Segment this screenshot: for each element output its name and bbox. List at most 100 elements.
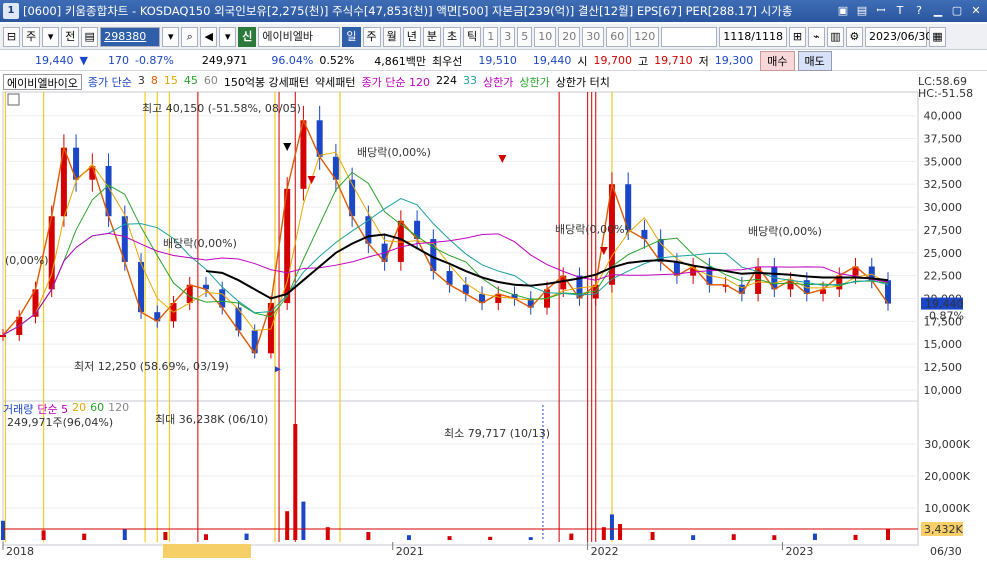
list-icon[interactable]: ▤ (81, 26, 99, 47)
price-tick-label: 40,000 (924, 110, 963, 123)
gear-icon[interactable]: ⚙ (845, 26, 863, 47)
data-total: /1118 (751, 29, 783, 43)
chart-type-icon[interactable]: ⊟ (3, 26, 20, 47)
number-120[interactable]: 120 (630, 26, 660, 47)
chart-tool-icon[interactable]: ⌁ (807, 26, 825, 47)
prev-button[interactable]: 전 (61, 26, 80, 47)
price-pct-tag: -0.87% (925, 310, 964, 323)
legend-pattern-bear: 약세패턴 (315, 76, 356, 89)
price-tick-label: 15,000 (924, 338, 963, 351)
volume-bar (301, 501, 306, 540)
legend-ma33: 33 (463, 74, 477, 87)
sell-button[interactable]: 매도 (797, 50, 832, 71)
sound-icon[interactable]: ◀ (200, 26, 218, 47)
volume-bar (812, 533, 817, 540)
volume-current-annotation: 249,971주(96,04%) (7, 416, 113, 429)
high-price: 19,710 (654, 54, 693, 67)
quote-bar: 19,440 ▼ 170 -0.87% 249,971 96.04% 0.52%… (0, 50, 987, 71)
high-annotation: 최고 40,150 (-51.58%, 08/05) (142, 102, 301, 115)
best-bid: 19,440 (532, 54, 572, 67)
volume-bar (569, 533, 574, 540)
price-chart[interactable]: 40,000 37,500 35,000 32,500 30,000 27,500 25,0… (0, 72, 987, 562)
chevron-down-icon[interactable]: ▾ (42, 26, 60, 47)
number-30[interactable]: 30 (582, 26, 605, 47)
legend-upper-limit-2: 상한가 (519, 76, 550, 89)
number-5[interactable]: 5 (517, 26, 533, 47)
low-price: 19,300 (714, 54, 754, 67)
volume-max-annotation: 최대 36,238K (06/10) (155, 413, 268, 426)
number-10[interactable]: 10 (534, 26, 557, 47)
low-annotation: 최저 12,250 (58.69%, 03/19) (74, 360, 229, 373)
layout-icon[interactable]: ▣ (835, 3, 851, 19)
bold-icon[interactable]: ꟷ (873, 3, 889, 19)
price-tick-label: 12,500 (924, 361, 963, 374)
volume-min-annotation: 최소 79,717 (10/13) (444, 427, 550, 440)
volume-bar (1, 520, 5, 540)
number-60[interactable]: 60 (606, 26, 629, 47)
volume-bar (82, 533, 87, 540)
dividend-annotation: 배당락(0,00%) (163, 237, 237, 250)
x-tick-label: 2023 (785, 545, 813, 558)
stock-name-field[interactable]: 에이비엘바 (258, 26, 341, 47)
print-icon[interactable]: ▥ (826, 26, 844, 47)
arrow-down-icon (307, 176, 316, 184)
price-change: 170 (107, 54, 129, 67)
legend-stock-name[interactable]: 에이비엘바이오 (3, 74, 82, 90)
moving-average-line (2, 151, 889, 336)
volume-bar (488, 536, 493, 540)
volume-bar (853, 534, 858, 540)
new-badge: 신 (238, 26, 257, 47)
text-icon[interactable]: T (892, 3, 908, 19)
search-icon[interactable]: ⌕ (181, 26, 199, 47)
buy-button[interactable]: 매수 (760, 50, 795, 71)
legend-ma-45: 45 (183, 74, 198, 87)
legend-ma-8: 8 (150, 74, 158, 87)
low-label: 저 (698, 54, 709, 68)
maximize-icon[interactable]: ▢ (949, 3, 965, 19)
interval-day[interactable]: 일 (342, 26, 361, 47)
interval-tick[interactable]: 틱 (463, 26, 482, 47)
save-icon[interactable]: ▤ (854, 3, 870, 19)
volume-ma-label: 단순 5 (37, 403, 69, 416)
interval-minute[interactable]: 분 (422, 26, 441, 47)
close-icon[interactable]: ✕ (968, 3, 984, 19)
number-1[interactable]: 1 (483, 26, 499, 47)
calendar-icon[interactable]: ▦ (928, 26, 946, 47)
chevron-down-icon[interactable]: ▾ (162, 26, 180, 47)
price-tick-label: 30,000 (924, 201, 963, 214)
interval-week[interactable]: 주 (362, 26, 381, 47)
interval-year[interactable]: 년 (402, 26, 421, 47)
data-count-field[interactable]: 1118/1118 (719, 26, 787, 47)
grid-toggle-icon (7, 93, 20, 106)
stock-code-input[interactable]: 298380 (100, 26, 161, 47)
legend: 에이비엘바이오 종가 단순 3 8 15 45 60 150억봉 강세패턴 약세… (3, 74, 610, 90)
down-arrow-icon: ▼ (79, 54, 88, 67)
scroll-thumb (163, 544, 251, 558)
minimize-icon[interactable]: ▁ (930, 3, 946, 19)
volume-tick-label: 20,000K (924, 470, 970, 483)
legend-ma-15: 15 (163, 74, 178, 87)
current-price: 19,440 (35, 54, 74, 67)
chevron-down-icon[interactable]: ▾ (219, 26, 237, 47)
grid-icon[interactable]: ⊞ (788, 26, 806, 47)
event-lines (4, 92, 613, 542)
volume-label[interactable]: 거래량 (3, 401, 33, 417)
window-title: [0600] 키움종합차트 - KOSDAQ150 외국인보유[2,275(천)… (23, 4, 793, 18)
legend-ma-label[interactable]: 종가 단순 (88, 74, 132, 90)
help-icon[interactable]: ? (911, 3, 927, 19)
dividend-annotation: 배당락(0,00%) (357, 146, 431, 159)
period-select[interactable]: 주 (22, 26, 41, 47)
price-tick-label: 32,500 (924, 178, 963, 191)
volume-ma-120: 120 (108, 401, 130, 414)
custom-number-input[interactable] (661, 26, 718, 47)
legend-ma120-label[interactable]: 종가 단순 120 (362, 74, 430, 90)
number-20[interactable]: 20 (558, 26, 581, 47)
number-3[interactable]: 3 (500, 26, 516, 47)
date-input[interactable]: 2023/06/30 (864, 26, 932, 47)
volume-bar (731, 534, 736, 540)
interval-second[interactable]: 초 (443, 26, 462, 47)
volume-tick-label: 30,000K (924, 438, 970, 451)
volume-bar (122, 528, 127, 540)
volume-bar (691, 535, 696, 540)
interval-month[interactable]: 월 (382, 26, 401, 47)
